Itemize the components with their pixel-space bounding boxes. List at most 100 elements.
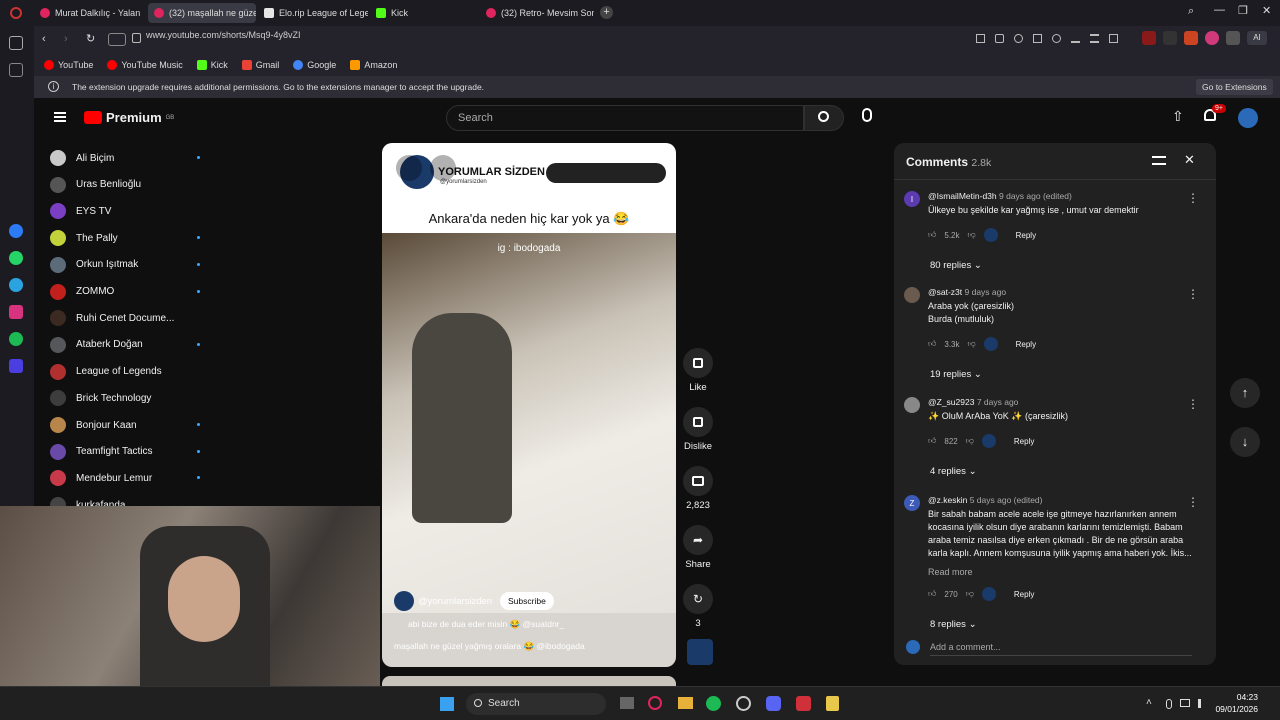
instagram-icon[interactable]	[9, 305, 23, 319]
comment-author[interactable]: @z.keskin	[928, 495, 967, 505]
menu-icon[interactable]	[1090, 34, 1099, 43]
reload-icon[interactable]: ↻	[86, 32, 95, 45]
account-avatar[interactable]	[1238, 108, 1258, 128]
subscription-item[interactable]: Ali Biçim	[50, 150, 200, 166]
dislike-button[interactable]: Dislike	[682, 407, 714, 452]
app-taskbar-icon[interactable]	[796, 696, 811, 711]
subscription-item[interactable]: Mendebur Lemur	[50, 470, 200, 487]
tray-icons[interactable]	[1166, 699, 1207, 709]
share-button[interactable]: ➦ Share	[682, 525, 714, 570]
browser-tab[interactable]: (32) Retro- Mevsim Sonba	[480, 3, 594, 23]
tray-chevron-icon[interactable]: ˄	[1146, 697, 1152, 708]
thumbs-up-icon[interactable]: 👍︎	[928, 230, 936, 240]
upload-icon[interactable]: ⇧	[1172, 108, 1184, 125]
subscription-item[interactable]: Ruhi Cenet Docume...	[50, 310, 190, 327]
shield-icon[interactable]	[1014, 34, 1023, 43]
browser-tab[interactable]: Elo.rip League of Legend	[258, 3, 368, 23]
thumbs-up-icon[interactable]: 👍︎	[928, 436, 936, 446]
play-icon[interactable]	[1033, 34, 1042, 43]
subscription-item[interactable]: League of Legends	[50, 363, 190, 380]
telegram-icon[interactable]	[9, 278, 23, 292]
browser-tab-active[interactable]: (32) maşallah ne güze	[148, 3, 256, 23]
ai-icon[interactable]: AI	[1247, 31, 1267, 45]
video-controls-pill[interactable]	[546, 163, 666, 183]
more-options-icon[interactable]: ⋮	[1187, 287, 1199, 301]
replies-toggle[interactable]: 80 replies ⌄	[930, 260, 982, 271]
replies-toggle[interactable]: 4 replies ⌄	[930, 466, 977, 477]
start-icon[interactable]	[440, 697, 454, 711]
extension-icon[interactable]	[1226, 31, 1240, 45]
settings-taskbar-icon[interactable]	[736, 696, 751, 711]
thumbs-up-icon[interactable]: 👍︎	[928, 589, 936, 599]
like-button[interactable]: Like	[682, 348, 714, 393]
comment-author[interactable]: @sat-z3t	[928, 287, 962, 297]
back-icon[interactable]: ‹	[42, 33, 46, 45]
pause-icon[interactable]	[396, 155, 422, 181]
bookmark-youtube[interactable]: YouTube	[44, 60, 93, 70]
subscription-item[interactable]: EYS TV	[50, 203, 190, 220]
more-options-icon[interactable]: ⋮	[1187, 191, 1199, 205]
commenter-avatar[interactable]: Z	[904, 495, 920, 511]
task-view-icon[interactable]	[620, 697, 634, 709]
spotify-taskbar-icon[interactable]	[706, 696, 721, 711]
close-comments-icon[interactable]: ✕	[1184, 152, 1195, 168]
sort-icon[interactable]	[1152, 156, 1166, 165]
commenter-avatar[interactable]	[904, 287, 920, 303]
star-icon[interactable]	[9, 63, 23, 77]
clock-date[interactable]: 09/01/2026	[1212, 704, 1258, 714]
thumbs-down-icon[interactable]: 👎︎	[968, 230, 976, 240]
short-video-player[interactable]: YORUMLAR SİZDEN @yorumlarsizden Ankara'd…	[382, 143, 676, 667]
sound-avatar[interactable]	[687, 639, 713, 665]
discord-taskbar-icon[interactable]	[766, 696, 781, 711]
camera-icon[interactable]	[995, 34, 1004, 43]
forward-icon[interactable]: ›	[64, 33, 68, 45]
app-taskbar-icon[interactable]	[826, 696, 839, 711]
subscription-item[interactable]: Orkun Işıtmak	[50, 256, 200, 273]
bookmark-gmail[interactable]: Gmail	[241, 60, 279, 70]
comment-author[interactable]: @IsmailMetin-d3h	[928, 191, 997, 201]
hamburger-menu-icon[interactable]	[54, 112, 66, 122]
youtube-logo[interactable]: Premium GB	[84, 110, 174, 125]
extension-icons[interactable]: AI	[1142, 31, 1267, 45]
remix-button[interactable]: ↻ 3	[682, 584, 714, 629]
replies-toggle[interactable]: 8 replies ⌄	[930, 619, 977, 630]
url-field[interactable]: www.youtube.com/shorts/Msq9-4y8vZI	[146, 30, 301, 40]
download-icon[interactable]	[1071, 34, 1080, 43]
subscription-item[interactable]: ZOMMO	[50, 283, 200, 300]
short-channel-avatar[interactable]	[394, 591, 414, 611]
search-tabs-icon[interactable]: ⌕	[1188, 5, 1194, 18]
subscription-item[interactable]: Ataberk Doğan	[50, 336, 200, 353]
browser-tab[interactable]: Murat Dalkılıç - Yalan	[34, 3, 144, 23]
browser-tab[interactable]: Kick	[370, 3, 470, 23]
bookmark-amazon[interactable]: Amazon	[350, 60, 397, 70]
scroll-down-button[interactable]: ↓	[1230, 427, 1260, 457]
thumbs-up-icon[interactable]: 👍︎	[928, 339, 936, 349]
opera-logo-icon[interactable]	[10, 7, 22, 19]
replies-toggle[interactable]: 19 replies ⌄	[930, 369, 982, 380]
add-comment-input[interactable]: Add a comment...	[930, 642, 1192, 656]
heart-icon[interactable]	[1052, 34, 1061, 43]
scroll-up-button[interactable]: ↑	[1230, 378, 1260, 408]
home-icon[interactable]	[9, 36, 23, 50]
more-options-icon[interactable]: ⋮	[1187, 397, 1199, 411]
extension-icon[interactable]	[1205, 31, 1219, 45]
whatsapp-icon[interactable]	[9, 251, 23, 265]
read-more-link[interactable]: Read more	[928, 567, 973, 577]
volume-icon[interactable]	[1198, 699, 1207, 708]
microphone-icon[interactable]	[1166, 699, 1172, 709]
thumbs-down-icon[interactable]: 👎︎	[968, 339, 976, 349]
comment-author[interactable]: @Z_su2923	[928, 397, 974, 407]
comments-button[interactable]: 2,823	[682, 466, 714, 511]
messenger-icon[interactable]	[9, 224, 23, 238]
clock-time[interactable]: 04:23	[1222, 692, 1258, 702]
reply-button[interactable]: Reply	[1016, 231, 1036, 240]
file-explorer-icon[interactable]	[678, 697, 693, 709]
thumbs-down-icon[interactable]: 👎︎	[966, 589, 974, 599]
go-to-extensions-button[interactable]: Go to Extensions	[1196, 79, 1273, 95]
voice-search-icon[interactable]	[862, 108, 872, 122]
commenter-avatar[interactable]: I	[904, 191, 920, 207]
taskbar-search[interactable]: Search	[466, 693, 606, 715]
subscription-item[interactable]: The Pally	[50, 230, 200, 247]
reply-button[interactable]: Reply	[1014, 437, 1034, 446]
search-input[interactable]: Search	[446, 105, 804, 131]
